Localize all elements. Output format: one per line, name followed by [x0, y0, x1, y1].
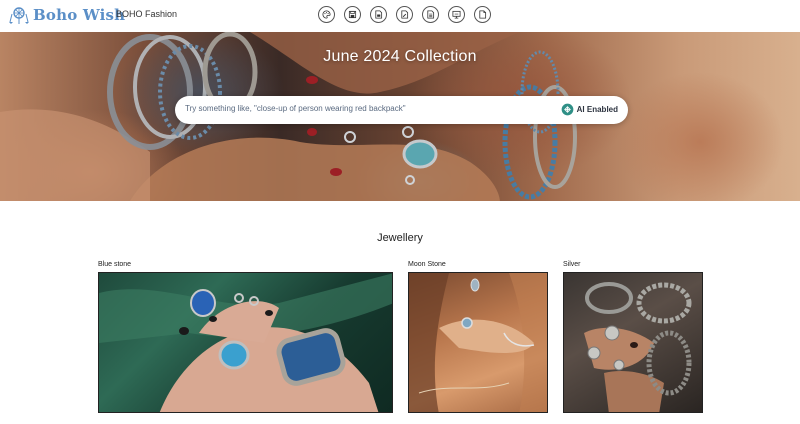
hero-banner: June 2024 Collection AI Enabled: [0, 32, 800, 201]
silver-jewellery-photo: [584, 282, 692, 412]
palette-icon[interactable]: [318, 6, 335, 23]
ai-brain-icon: [561, 103, 574, 116]
collection-title: June 2024 Collection: [323, 48, 477, 65]
card-image[interactable]: [563, 272, 703, 413]
ai-enabled-badge[interactable]: AI Enabled: [561, 103, 618, 116]
document-list-icon[interactable]: [422, 6, 439, 23]
card-image[interactable]: [408, 272, 548, 413]
product-card-blue-stone[interactable]: Blue stone: [98, 261, 393, 413]
toolbar-icons: [318, 6, 491, 23]
ai-enabled-label: AI Enabled: [576, 105, 618, 114]
document-edit-icon[interactable]: [396, 6, 413, 23]
dreamcatcher-logo-icon: [9, 7, 29, 24]
logo-text: Boho Wish: [33, 6, 126, 24]
blue-stone-jewellery-photo: [99, 273, 392, 412]
file-icon[interactable]: [474, 6, 491, 23]
top-navigation-bar: Boho Wish BOHO Fashion: [0, 0, 800, 32]
moon-stone-jewellery-photo: [409, 273, 547, 412]
brand-subtitle: BOHO Fashion: [116, 9, 178, 19]
card-label: Moon Stone: [408, 261, 446, 268]
monitor-icon[interactable]: [448, 6, 465, 23]
brand-logo[interactable]: Boho Wish: [9, 5, 125, 25]
section-title: Jewellery: [377, 232, 423, 244]
product-card-silver[interactable]: Silver: [563, 261, 703, 413]
save-icon[interactable]: [344, 6, 361, 23]
product-card-moon-stone[interactable]: Moon Stone: [408, 261, 548, 413]
card-label: Blue stone: [98, 261, 132, 268]
document-save-icon[interactable]: [370, 6, 387, 23]
search-input[interactable]: [185, 104, 545, 113]
card-image[interactable]: [98, 272, 393, 413]
card-label: Silver: [563, 261, 581, 268]
search-bar: AI Enabled: [175, 96, 628, 124]
